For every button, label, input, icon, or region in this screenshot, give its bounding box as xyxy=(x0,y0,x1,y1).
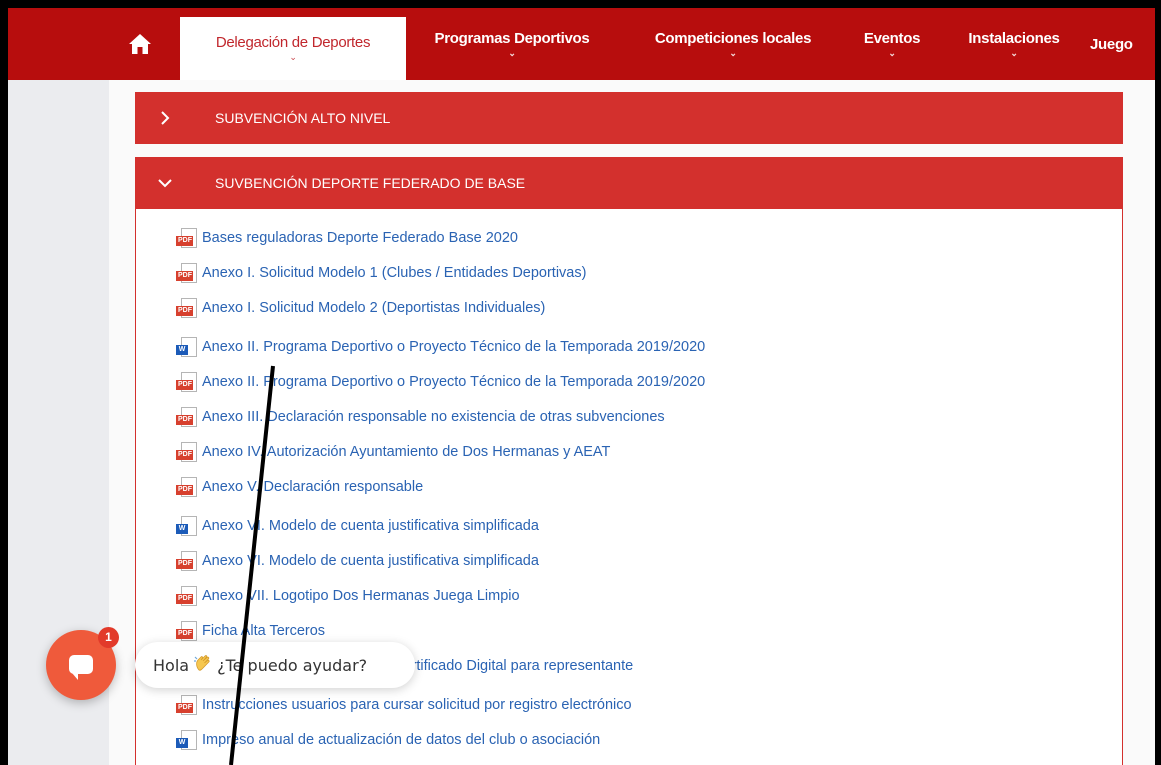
chat-greeting: Hola xyxy=(153,655,190,675)
chat-question: ¿Te puedo ayudar? xyxy=(217,655,368,675)
tab-eventos[interactable]: Eventos ⌄ xyxy=(848,8,936,80)
chat-greeting-tooltip[interactable]: Hola ¿Te puedo ayudar? xyxy=(135,642,415,688)
document-link-instrucciones-registro[interactable]: PDF Instrucciones usuarios para cursar s… xyxy=(176,693,632,717)
chat-notification-badge: 1 xyxy=(98,627,119,648)
document-label: Anexo II. Programa Deportivo o Proyecto … xyxy=(202,339,706,355)
pdf-file-icon: PDF xyxy=(176,298,198,318)
chevron-down-icon: ⌄ xyxy=(888,47,896,58)
tab-label: Competiciones locales xyxy=(654,29,812,47)
chevron-down-icon xyxy=(157,175,173,191)
document-link-anexo-i-modelo-1[interactable]: PDF Anexo I. Solicitud Modelo 1 (Clubes … xyxy=(176,261,586,285)
document-link-anexo-vii[interactable]: PDF Anexo VII. Logotipo Dos Hermanas Jue… xyxy=(176,584,520,608)
pdf-file-icon: PDF xyxy=(176,228,198,248)
tab-label: Eventos xyxy=(863,29,921,47)
document-link-ficha-alta-terceros[interactable]: PDF Ficha Alta Terceros xyxy=(176,619,325,643)
document-link-anexo-vi-pdf[interactable]: PDF Anexo VI. Modelo de cuenta justifica… xyxy=(176,549,539,573)
document-link-anexo-ii-word[interactable]: W Anexo II. Programa Deportivo o Proyect… xyxy=(176,335,705,359)
document-link-anexo-ii-pdf[interactable]: PDF Anexo II. Programa Deportivo o Proye… xyxy=(176,370,705,394)
chevron-right-icon xyxy=(157,110,173,126)
browser-frame: Delegación de Deportes ⌄ Programas Depor… xyxy=(8,8,1155,765)
document-link-anexo-v[interactable]: PDF Anexo V. Declaración responsable xyxy=(176,475,423,499)
document-label: Impreso anual de actualización de datos … xyxy=(202,732,601,748)
document-label: Bases reguladoras Deporte Federado Base … xyxy=(202,230,518,246)
word-file-icon: W xyxy=(176,516,198,536)
word-file-icon: W xyxy=(176,730,198,750)
document-link-bases-reguladoras[interactable]: PDF Bases reguladoras Deporte Federado B… xyxy=(176,226,518,250)
tab-instalaciones[interactable]: Instalaciones ⌄ xyxy=(950,8,1078,80)
document-label: Ficha Alta Terceros xyxy=(202,623,326,639)
word-file-icon: W xyxy=(176,337,198,357)
document-label: Instrucciones usuarios para cursar solic… xyxy=(202,697,632,713)
tab-label: Delegación de Deportes xyxy=(215,34,371,51)
document-link-anexo-i-modelo-2[interactable]: PDF Anexo I. Solicitud Modelo 2 (Deporti… xyxy=(176,296,545,320)
pdf-file-icon: PDF xyxy=(176,586,198,606)
document-label: Anexo VII. Logotipo Dos Hermanas Juega L… xyxy=(202,588,520,604)
chat-bubble-icon xyxy=(69,655,93,680)
pdf-file-icon: PDF xyxy=(176,551,198,571)
pdf-file-icon: PDF xyxy=(176,695,198,715)
pdf-file-icon: PDF xyxy=(176,372,198,392)
tab-label: Programas Deportivos xyxy=(434,29,590,47)
document-link-anexo-iv[interactable]: PDF Anexo IV. Autorización Ayuntamiento … xyxy=(176,440,610,464)
main-nav: Delegación de Deportes ⌄ Programas Depor… xyxy=(8,8,1155,80)
document-label: Anexo V. Declaración responsable xyxy=(202,479,424,495)
document-label: Anexo VI. Modelo de cuenta justificativa… xyxy=(202,518,539,534)
document-label: Anexo I. Solicitud Modelo 1 (Clubes / En… xyxy=(202,265,587,281)
document-label: Anexo IV. Autorización Ayuntamiento de D… xyxy=(202,444,611,460)
document-label: Anexo III. Declaración responsable no ex… xyxy=(202,409,665,425)
document-link-anexo-iii[interactable]: PDF Anexo III. Declaración responsable n… xyxy=(176,405,665,429)
chevron-down-icon: ⌄ xyxy=(1010,47,1018,58)
tab-competiciones-locales[interactable]: Competiciones locales ⌄ xyxy=(628,8,838,80)
tab-label: Juego xyxy=(1090,36,1133,53)
pdf-file-icon: PDF xyxy=(176,477,198,497)
wave-hand-icon xyxy=(193,653,213,677)
tab-label: Instalaciones xyxy=(968,29,1060,47)
tab-delegacion-deportes[interactable]: Delegación de Deportes ⌄ xyxy=(180,17,406,80)
pdf-file-icon: PDF xyxy=(176,263,198,283)
document-label: Anexo I. Solicitud Modelo 2 (Deportistas… xyxy=(202,300,546,316)
document-label: Anexo VI. Modelo de cuenta justificativa… xyxy=(202,553,539,569)
tab-juego[interactable]: Juego xyxy=(1090,8,1155,80)
home-icon[interactable] xyxy=(128,32,152,56)
pdf-file-icon: PDF xyxy=(176,442,198,462)
document-link-anexo-vi-word[interactable]: W Anexo VI. Modelo de cuenta justificati… xyxy=(176,514,539,538)
pdf-file-icon: PDF xyxy=(176,621,198,641)
chevron-down-icon: ⌄ xyxy=(289,52,297,62)
tab-programas-deportivos[interactable]: Programas Deportivos ⌄ xyxy=(412,8,612,80)
document-link-impreso-anual[interactable]: W Impreso anual de actualización de dato… xyxy=(176,728,600,752)
chevron-down-icon: ⌄ xyxy=(508,47,516,58)
document-label: Anexo II. Programa Deportivo o Proyecto … xyxy=(202,374,706,390)
accordion-alto-nivel[interactable]: SUBVENCIÓN ALTO NIVEL xyxy=(135,92,1123,144)
accordion-deporte-federado-base[interactable]: SUVBENCIÓN DEPORTE FEDERADO DE BASE xyxy=(135,157,1123,209)
pdf-file-icon: PDF xyxy=(176,407,198,427)
accordion-title: SUBVENCIÓN ALTO NIVEL xyxy=(215,110,391,126)
accordion-title: SUVBENCIÓN DEPORTE FEDERADO DE BASE xyxy=(215,175,526,191)
chevron-down-icon: ⌄ xyxy=(729,47,737,58)
